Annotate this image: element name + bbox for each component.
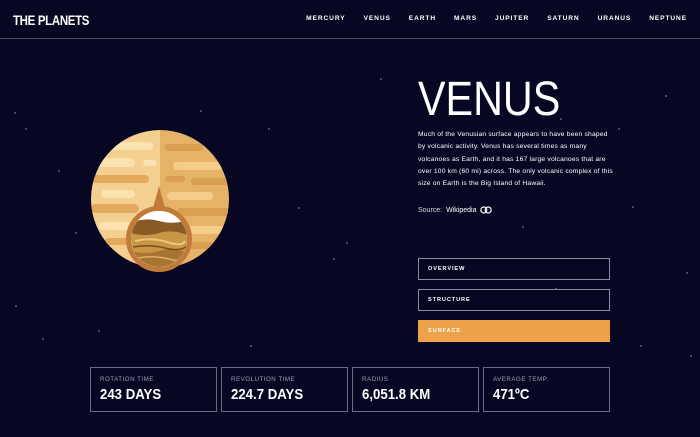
planet-description: Much of the Venusian surface appears to … — [418, 131, 613, 188]
source-label: Source: — [418, 206, 443, 214]
nav-item-neptune[interactable]: NEPTUNE — [649, 15, 687, 22]
tab-overview[interactable]: OVERVIEW — [418, 258, 610, 280]
tab-surface-label: SURFACE — [428, 328, 462, 334]
tab-overview-label: OVERVIEW — [428, 266, 466, 272]
planet-title: VENUS — [418, 73, 561, 126]
nav-item-uranus[interactable]: URANUS — [598, 15, 632, 22]
surface-pointer-icon — [153, 186, 165, 208]
planet-stats: ROTATION TIME 243 DAYS REVOLUTION TIME 2… — [90, 367, 610, 412]
stat-label: AVERAGE TEMP. — [493, 376, 549, 383]
tab-structure-label: STRUCTURE — [428, 297, 471, 303]
stat-label: RADIUS — [362, 376, 389, 383]
top-navigation-bar: THE PLANETS MERCURY VENUS EARTH MARS JUP… — [0, 0, 700, 39]
tab-structure[interactable]: STRUCTURE — [418, 289, 610, 311]
nav-item-jupiter[interactable]: JUPITER — [495, 15, 529, 22]
nav-item-mars[interactable]: MARS — [454, 15, 477, 22]
stat-value: 224.7 DAYS — [231, 386, 304, 403]
stat-value: 471ºC — [493, 386, 530, 403]
stat-card-radius: RADIUS 6,051.8 KM — [352, 367, 479, 412]
stat-value: 243 DAYS — [100, 386, 162, 403]
site-logo[interactable]: THE PLANETS — [13, 12, 89, 28]
stat-value: 6,051.8 KM — [362, 386, 431, 403]
stat-card-revolution: REVOLUTION TIME 224.7 DAYS — [221, 367, 348, 412]
stat-label: ROTATION TIME — [100, 376, 154, 383]
stat-label: REVOLUTION TIME — [231, 376, 296, 383]
nav-item-earth[interactable]: EARTH — [409, 15, 436, 22]
view-tabs: OVERVIEW STRUCTURE SURFACE — [418, 258, 610, 351]
wikipedia-link[interactable]: Wikipedia — [446, 207, 476, 214]
source-attribution: Source: Wikipedia — [418, 206, 493, 214]
surface-geology-image — [126, 206, 192, 272]
tab-surface[interactable]: SURFACE — [418, 320, 610, 342]
nav-item-mercury[interactable]: MERCURY — [306, 15, 345, 22]
planet-nav: MERCURY VENUS EARTH MARS JUPITER SATURN … — [306, 15, 687, 22]
nav-item-venus[interactable]: VENUS — [364, 15, 391, 22]
nav-item-saturn[interactable]: SATURN — [547, 15, 579, 22]
link-icon[interactable] — [480, 206, 493, 214]
stat-card-temperature: AVERAGE TEMP. 471ºC — [483, 367, 610, 412]
stat-card-rotation: ROTATION TIME 243 DAYS — [90, 367, 217, 412]
